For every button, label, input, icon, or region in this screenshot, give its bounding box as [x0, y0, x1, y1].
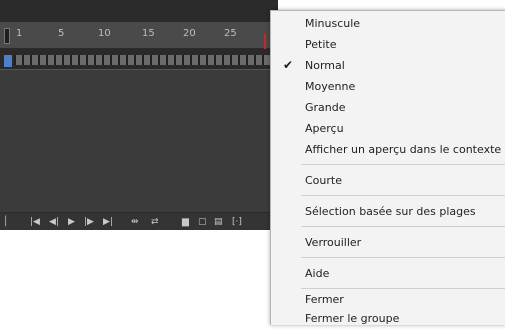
- menu-item-label: Fermer le groupe: [305, 312, 400, 325]
- playback-toolbar: │ |◀ ◀| ▶ |▶ ▶| ⇹ ⇄ ▆ ▢ ▤ [·]: [0, 212, 278, 230]
- checkmark-icon: ✔: [283, 58, 294, 72]
- frame-cells[interactable]: [14, 55, 278, 65]
- menu-separator: [301, 195, 505, 196]
- edit-multiple-icon[interactable]: ▤: [214, 215, 223, 229]
- menu-item-moyenne[interactable]: Moyenne: [271, 76, 505, 97]
- menu-item-label: Fermer: [305, 293, 344, 306]
- ruler-tick: 1: [16, 28, 23, 39]
- menu-item-fermer[interactable]: Fermer: [271, 289, 505, 310]
- menu-item-minuscule[interactable]: Minuscule: [271, 13, 505, 34]
- menu-item-label: Afficher un aperçu dans le contexte: [305, 143, 502, 156]
- menu-separator: [301, 226, 505, 227]
- panel-options-menu: Minuscule Petite ✔ Normal Moyenne Grande…: [270, 10, 505, 325]
- menu-item-aide[interactable]: Aide: [271, 263, 505, 284]
- selected-keyframe[interactable]: [4, 55, 12, 67]
- menu-item-verrouiller[interactable]: Verrouiller: [271, 232, 505, 253]
- onion-skin-icon[interactable]: ▆: [182, 215, 189, 229]
- onion-outline-icon[interactable]: ▢: [198, 215, 207, 229]
- menu-item-label: Minuscule: [305, 17, 361, 30]
- menu-item-apercu[interactable]: Aperçu: [271, 118, 505, 139]
- menu-item-label: Verrouiller: [305, 236, 362, 249]
- center-frame-icon[interactable]: ⇹: [131, 215, 139, 229]
- menu-separator: [301, 164, 505, 165]
- menu-item-label: Petite: [305, 38, 337, 51]
- modify-markers-icon[interactable]: [·]: [232, 215, 242, 229]
- menu-item-apercu-contexte[interactable]: Afficher un aperçu dans le contexte: [271, 139, 505, 160]
- menu-separator: [301, 257, 505, 258]
- timeline-panel: 1 5 10 15 20 25 │ |◀ ◀| ▶ |▶ ▶| ⇹ ⇄ ▆ ▢ …: [0, 0, 278, 230]
- menu-item-label: Aperçu: [305, 122, 344, 135]
- menu-item-label: Courte: [305, 174, 342, 187]
- menu-item-grande[interactable]: Grande: [271, 97, 505, 118]
- play-icon[interactable]: ▶: [68, 215, 75, 229]
- frame-ruler[interactable]: 1 5 10 15 20 25: [0, 22, 278, 49]
- menu-item-normal[interactable]: ✔ Normal: [271, 55, 505, 76]
- menu-item-label: Grande: [305, 101, 346, 114]
- menu-item-label: Moyenne: [305, 80, 356, 93]
- ruler-tick: 20: [183, 28, 196, 39]
- loop-icon[interactable]: ⇄: [151, 215, 159, 229]
- ruler-handle-icon[interactable]: [4, 28, 10, 44]
- ruler-tick: 10: [98, 28, 111, 39]
- menu-item-selection-plages[interactable]: Sélection basée sur des plages: [271, 201, 505, 222]
- playhead[interactable]: [264, 34, 266, 50]
- step-forward-icon[interactable]: |▶: [84, 215, 94, 229]
- ruler-tick: 5: [58, 28, 65, 39]
- timeline-header: [0, 0, 278, 22]
- last-frame-icon[interactable]: ▶|: [103, 215, 113, 229]
- frame-divider-icon: │: [3, 217, 9, 227]
- menu-item-fermer-groupe[interactable]: Fermer le groupe: [271, 308, 505, 329]
- menu-item-label: Aide: [305, 267, 330, 280]
- step-back-icon[interactable]: ◀|: [49, 215, 59, 229]
- first-frame-icon[interactable]: |◀: [30, 215, 40, 229]
- layer-divider: [0, 69, 278, 70]
- ruler-tick: 25: [224, 28, 237, 39]
- menu-item-petite[interactable]: Petite: [271, 34, 505, 55]
- menu-item-label: Sélection basée sur des plages: [305, 205, 476, 218]
- menu-item-courte[interactable]: Courte: [271, 170, 505, 191]
- menu-item-label: Normal: [305, 59, 345, 72]
- ruler-tick: 15: [142, 28, 155, 39]
